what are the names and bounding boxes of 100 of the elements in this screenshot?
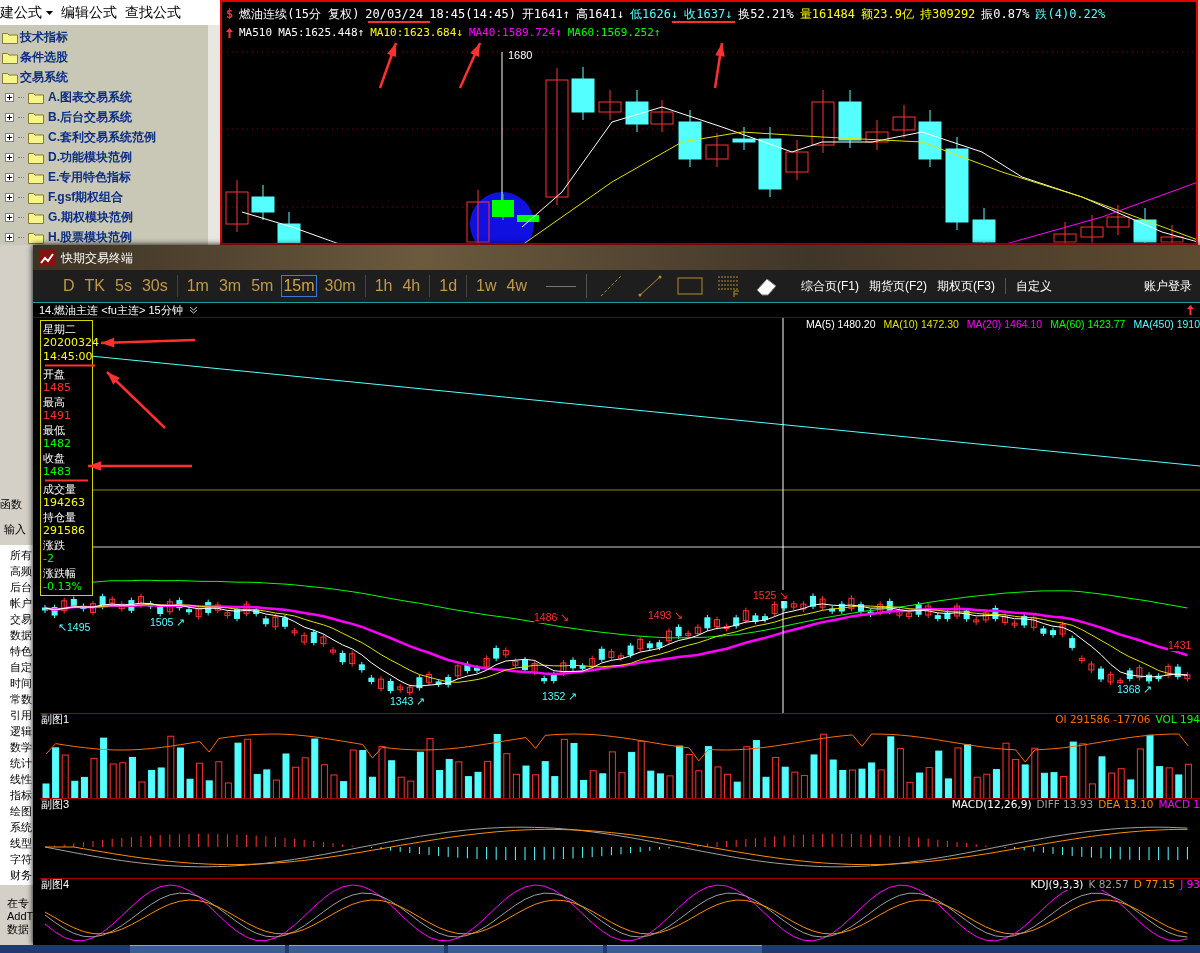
tree-item[interactable]: C.套利交易系统范例	[48, 128, 156, 146]
info-label: 成交量	[43, 482, 76, 496]
tree-item[interactable]: 条件选股	[20, 48, 68, 66]
taskbar-item[interactable]	[289, 945, 444, 953]
expand-icon[interactable]	[5, 112, 14, 122]
indicator-value: DIFF 13.93	[1036, 799, 1094, 810]
function-category[interactable]: 统计	[10, 755, 33, 771]
ma-value: MA(20) 1464.10	[966, 319, 1043, 330]
period-tab[interactable]: D	[61, 275, 77, 297]
taskbar-item[interactable]	[607, 945, 762, 953]
menu-item[interactable]: 编辑公式	[61, 2, 117, 23]
function-category[interactable]: 后台	[10, 579, 33, 595]
candlestick	[1133, 207, 1157, 243]
segment-tool-icon[interactable]	[636, 274, 663, 298]
period-tab[interactable]: 30s	[139, 275, 170, 297]
folder-icon	[2, 50, 18, 64]
function-category[interactable]: 逻辑	[10, 723, 33, 739]
tree-item[interactable]: A.图表交易系统	[48, 88, 132, 106]
tree-item[interactable]: G.期权模块范例	[48, 208, 133, 226]
page-tab[interactable]: 自定义	[1015, 277, 1052, 295]
panel-tab[interactable]: 函数	[0, 495, 22, 513]
expand-icon[interactable]	[5, 132, 14, 142]
function-category[interactable]: 数学	[10, 739, 33, 755]
indicator-value: MACD(12,26,9)	[951, 799, 1032, 810]
indicator-value: VOL 194	[1155, 714, 1200, 725]
page-tab[interactable]: 期权页(F3)	[936, 277, 995, 295]
page-tab[interactable]: 综合页(F1)	[800, 277, 859, 295]
info-label: 开盘	[43, 367, 65, 381]
function-category[interactable]: 高频	[10, 563, 33, 579]
annotation-arrow	[378, 42, 398, 89]
function-category[interactable]: 字符	[10, 851, 33, 867]
sub-chart-title: 副图1	[41, 714, 70, 725]
info-label: 涨跌幅	[43, 566, 76, 580]
function-category[interactable]: 常数	[10, 691, 33, 707]
taskbar-item[interactable]	[448, 945, 603, 953]
tree-item[interactable]: E.专用特色指标	[48, 168, 132, 186]
period-tab[interactable]: 1m	[184, 275, 211, 297]
function-category[interactable]: 所有	[10, 547, 33, 563]
menu-item[interactable]: 建公式	[0, 2, 53, 23]
info-label: 持仓量	[43, 510, 76, 524]
account-login-link[interactable]: 账户登录	[1144, 277, 1192, 295]
ma-value: MA5:1625.448↑	[278, 27, 365, 38]
menu-item[interactable]: 查找公式	[125, 2, 181, 23]
chart-logo: $	[226, 8, 234, 20]
function-category[interactable]: 交易	[10, 611, 33, 627]
period-tab[interactable]: 30m	[322, 275, 358, 297]
ma-value: MA(450) 1910	[1133, 319, 1200, 330]
double-chevron-icon[interactable]	[188, 306, 198, 314]
info-value: 1483	[43, 465, 71, 479]
up-arrow-icon	[1187, 305, 1194, 315]
function-category[interactable]: 线性	[10, 771, 33, 787]
function-category[interactable]: 帐户	[10, 595, 33, 611]
period-tab[interactable]: 4w	[504, 275, 529, 297]
quote-field: 额23.9亿	[861, 8, 914, 20]
info-value: 1485	[43, 381, 71, 395]
period-tab[interactable]: 1d	[437, 275, 460, 297]
candlestick	[1160, 224, 1184, 243]
period-tab[interactable]: 5s	[113, 275, 134, 297]
folder-icon	[28, 110, 44, 124]
period-tab[interactable]: TK	[82, 275, 107, 297]
period-tab[interactable]: 4h	[400, 275, 423, 297]
candlestick	[1080, 214, 1104, 243]
eraser-icon[interactable]	[754, 276, 779, 296]
function-category[interactable]: 财务	[10, 867, 33, 883]
expand-icon[interactable]	[5, 92, 14, 102]
tree-item[interactable]: F.gsf期权组合	[48, 188, 124, 206]
function-category[interactable]: 引用	[10, 707, 33, 723]
expand-icon[interactable]	[5, 232, 14, 242]
candlestick	[972, 207, 996, 243]
folder-icon	[2, 30, 18, 44]
info-value: 194263	[43, 496, 85, 510]
function-category[interactable]: 指标	[10, 787, 33, 803]
candlestick	[225, 179, 249, 233]
page-tab[interactable]: 期货页(F2)	[868, 277, 927, 295]
expand-icon[interactable]	[5, 192, 14, 202]
function-category[interactable]: 系统	[10, 819, 33, 835]
function-category[interactable]: 数据	[10, 627, 33, 643]
function-category[interactable]: 时间	[10, 675, 33, 691]
folder-icon	[28, 150, 44, 164]
tree-item[interactable]: B.后台交易系统	[48, 108, 132, 126]
tree-item[interactable]: 交易系统	[20, 68, 68, 86]
tree-item[interactable]: 技术指标	[20, 28, 68, 46]
period-tab[interactable]: 5m	[249, 275, 276, 297]
function-category[interactable]: 绘图	[10, 803, 33, 819]
info-value: 14:45:00	[43, 350, 93, 364]
tree-item[interactable]: H.股票模块范例	[48, 228, 132, 246]
period-tab[interactable]: 3m	[216, 275, 244, 297]
function-category[interactable]: 特色	[10, 643, 33, 659]
candlestick	[732, 126, 756, 151]
period-tab[interactable]: 1h	[372, 275, 395, 297]
function-category[interactable]: 自定	[10, 659, 33, 675]
tree-item[interactable]: D.功能模块范例	[48, 148, 132, 166]
period-tab[interactable]: 15m	[281, 275, 317, 297]
taskbar-item[interactable]	[130, 945, 285, 953]
expand-icon[interactable]	[5, 212, 14, 222]
expand-icon[interactable]	[5, 152, 14, 162]
period-tab[interactable]: 1w	[474, 275, 499, 297]
function-category[interactable]: 线型	[10, 835, 33, 851]
expand-icon[interactable]	[5, 172, 14, 182]
info-value: -0.13%	[43, 580, 82, 594]
